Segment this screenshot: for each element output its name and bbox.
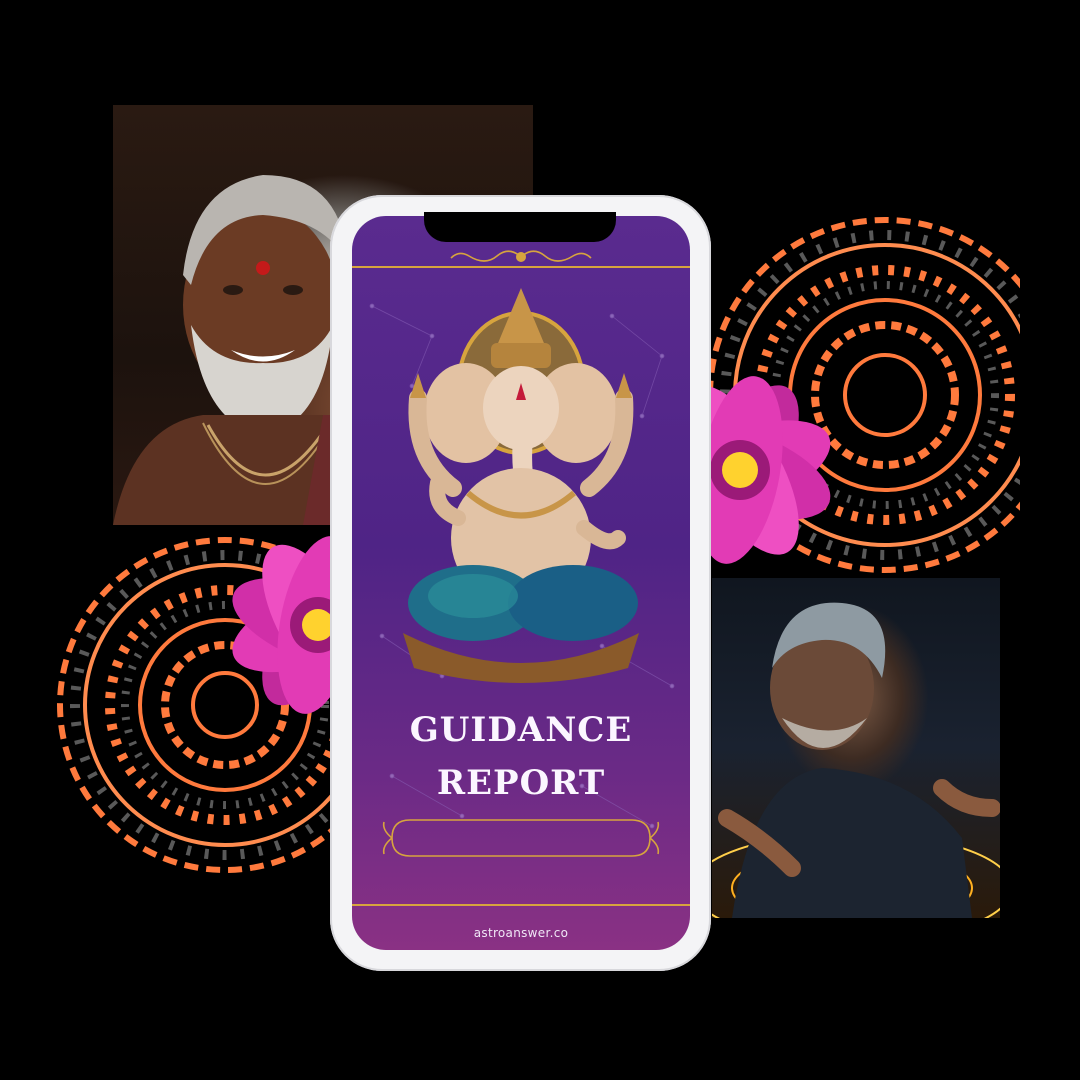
top-ornament-icon	[450, 250, 592, 262]
pink-flower-left	[232, 536, 338, 714]
bottom-divider	[352, 904, 690, 906]
astrologer-photo	[712, 578, 1000, 918]
website-link[interactable]: astroanswer.co	[352, 926, 690, 940]
pink-flower-right	[700, 376, 831, 564]
report-title-line-2: REPORT	[436, 763, 606, 803]
ganesha-illustration	[403, 288, 639, 683]
phone-screen: GUIDANCE REPORT astroanswer.co	[352, 216, 690, 950]
promo-canvas: GUIDANCE REPORT astroanswer.co	[0, 0, 1080, 1080]
name-frame-ornament	[382, 819, 660, 857]
report-title-line-1: GUIDANCE	[409, 710, 633, 750]
phone-notch	[424, 212, 616, 242]
